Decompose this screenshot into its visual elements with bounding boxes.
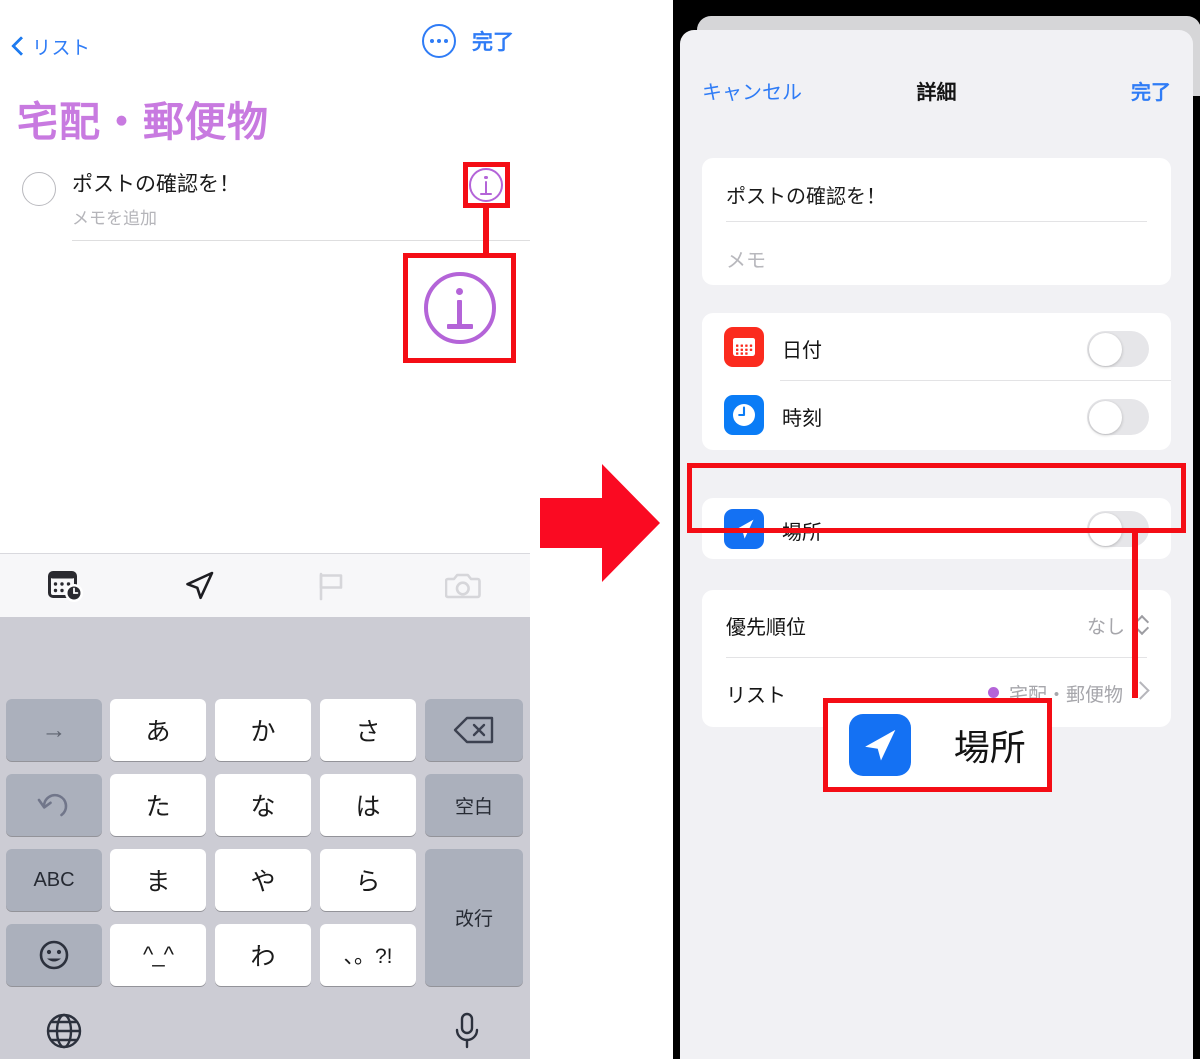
info-icon-highlight-box <box>463 162 510 208</box>
flag-icon[interactable] <box>265 569 398 603</box>
date-toggle[interactable] <box>1087 331 1149 367</box>
key-sa[interactable]: さ <box>320 699 416 761</box>
task-title: ポストの確認を！ <box>72 173 240 196</box>
key-ya[interactable]: や <box>215 849 311 911</box>
key-next-candidate[interactable]: → <box>6 699 102 761</box>
key-ra[interactable]: ら <box>320 849 416 911</box>
keyboard-bottom-bar <box>0 1009 530 1059</box>
key-ka[interactable]: か <box>215 699 311 761</box>
task-row[interactable]: ポストの確認を！ メモを追加 <box>0 160 530 240</box>
key-ta[interactable]: た <box>110 774 206 836</box>
title-memo-group: ポストの確認を！ メモ <box>702 158 1171 285</box>
emoji-icon[interactable] <box>6 924 102 986</box>
task-divider <box>72 240 530 241</box>
left-nav-right-actions: 完了 <box>422 24 514 58</box>
right-phone-screen: キャンセル 詳細 完了 ポストの確認を！ メモ 日付 時刻 場所 優先順位 なし… <box>673 0 1200 1059</box>
undo-icon[interactable] <box>6 774 102 836</box>
location-arrow-icon[interactable] <box>133 569 266 603</box>
location-arrow-icon <box>849 714 912 776</box>
location-callout-connector <box>1132 533 1138 698</box>
microphone-icon[interactable] <box>452 1011 482 1056</box>
key-kaomoji[interactable]: ^_^ <box>110 924 206 986</box>
location-callout: 場所 <box>823 698 1052 792</box>
back-button-label: リスト <box>32 37 91 59</box>
info-icon-callout <box>403 253 516 363</box>
key-space[interactable]: 空白 <box>425 774 523 836</box>
modal-done-button[interactable]: 完了 <box>1131 76 1171 105</box>
memo-field[interactable]: メモ <box>702 222 1171 284</box>
empty-circle-icon[interactable] <box>22 172 56 206</box>
calendar-icon <box>724 327 764 367</box>
left-phone-screen: リスト 完了 宅配・郵便物 ポストの確認を！ メモを追加 → あ か さ た な… <box>0 0 530 1059</box>
task-memo-placeholder[interactable]: メモを追加 <box>72 204 157 229</box>
task-title-field[interactable]: ポストの確認を！ <box>702 158 1171 222</box>
camera-icon[interactable] <box>398 569 531 603</box>
calendar-clock-icon[interactable] <box>0 569 133 603</box>
key-abc[interactable]: ABC <box>6 849 102 911</box>
priority-row[interactable]: 優先順位 なし <box>702 590 1171 658</box>
location-row-highlight-box <box>687 463 1186 533</box>
key-return[interactable]: 改行 <box>425 849 523 986</box>
time-toggle[interactable] <box>1087 399 1149 435</box>
page-title: 宅配・郵便物 <box>17 99 269 145</box>
input-accessory-toolbar <box>0 553 530 618</box>
backspace-icon[interactable] <box>425 699 523 761</box>
key-na[interactable]: な <box>215 774 311 836</box>
info-circle-icon <box>423 272 496 344</box>
left-navigation-bar: リスト 完了 <box>0 24 530 72</box>
clock-icon <box>724 395 764 435</box>
screenshot-stage: リスト 完了 宅配・郵便物 ポストの確認を！ メモを追加 → あ か さ た な… <box>0 0 1200 1059</box>
right-arrow-icon <box>540 462 660 584</box>
key-punctuation[interactable]: 、。?! <box>320 924 416 986</box>
key-ha[interactable]: は <box>320 774 416 836</box>
callout-connector-line <box>483 208 489 256</box>
key-ma[interactable]: ま <box>110 849 206 911</box>
datetime-group: 日付 時刻 <box>702 313 1171 450</box>
modal-title: 詳細 <box>916 82 957 104</box>
back-to-list-button[interactable]: リスト <box>12 26 91 66</box>
detail-modal-sheet: キャンセル 詳細 完了 ポストの確認を！ メモ 日付 時刻 場所 優先順位 なし… <box>680 30 1193 1059</box>
done-button[interactable]: 完了 <box>472 26 514 56</box>
location-callout-label: 場所 <box>953 727 1026 768</box>
key-a[interactable]: あ <box>110 699 206 761</box>
time-row[interactable]: 時刻 <box>702 381 1171 449</box>
ellipsis-circle-icon[interactable] <box>422 24 456 58</box>
date-row[interactable]: 日付 <box>702 313 1171 381</box>
list-color-dot <box>988 687 999 698</box>
modal-navigation-bar: キャンセル 詳細 完了 <box>680 30 1193 108</box>
key-wa[interactable]: わ <box>215 924 311 986</box>
globe-icon[interactable] <box>44 1011 84 1056</box>
chevron-left-icon <box>12 35 25 57</box>
japanese-keyboard: → あ か さ た な は 空白 ABC ま や ら 改行 ^_^ わ 、。?! <box>0 617 530 1059</box>
